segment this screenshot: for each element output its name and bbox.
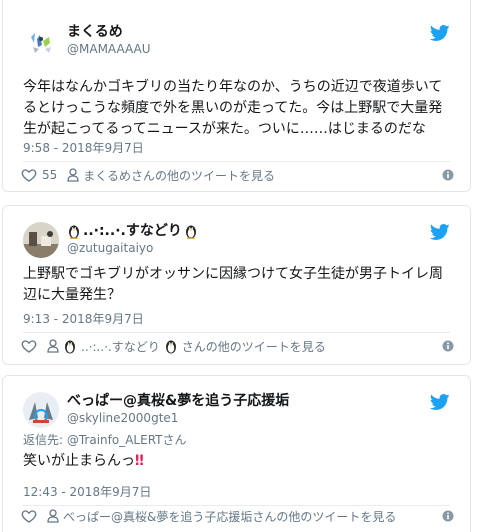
person-icon [47, 339, 59, 353]
heart-icon [21, 169, 37, 182]
display-name[interactable]: べっぱー@真桜&夢を追う子応援垢 [67, 392, 289, 410]
more-tweets-link[interactable]: べっぱー@真桜&夢を追う子応援垢さんの他のツイートを見る [47, 508, 396, 525]
double-exclamation-emoji: ‼ [135, 453, 144, 469]
tweet-card[interactable]: ..·:..·.すなどり @zutugaitaiyo 上野駅でゴキブリがオッサン… [2, 205, 471, 365]
penguin-emoji [185, 225, 196, 239]
tweet-timestamp[interactable]: 12:43 - 2018年9月7日 [23, 484, 151, 500]
tweet-timestamp[interactable]: 9:58 - 2018年9月7日 [23, 140, 144, 156]
tweet-actions: ..·:..·.すなどり さんの他のツイートを見る [21, 335, 454, 357]
divider [23, 161, 450, 162]
tweet-text: 今年はなんかゴキブリの当たり年なのか、うちの近辺で夜道歩いてるとけっこうな頻度で… [23, 79, 443, 137]
more-tweets-label-post[interactable]: さんの他のツイートを見る [182, 338, 326, 355]
more-tweets-label[interactable]: べっぱー@真桜&夢を追う子応援垢さんの他のツイートを見る [63, 508, 396, 525]
reply-suffix: さん [162, 433, 187, 447]
tweet-actions: べっぱー@真桜&夢を追う子応援垢さんの他のツイートを見る [21, 505, 454, 527]
penguin-emoji [65, 340, 75, 354]
twitter-bird-icon[interactable] [430, 392, 450, 412]
display-name-text: ..·:..·.すなどり [83, 223, 182, 239]
divider [23, 332, 450, 333]
reply-mention-link[interactable]: @Trainfo_ALERT [67, 433, 163, 447]
reply-label: 返信先: [23, 433, 67, 447]
display-name[interactable]: まくるめ [67, 23, 151, 41]
tweet-header: べっぱー@真桜&夢を追う子応援垢 @skyline2000gte1 [23, 392, 450, 432]
heart-icon [21, 510, 37, 523]
tweet-text: 笑いが止まらんっ [23, 453, 135, 469]
tweet-actions: 55 まくるめさんの他のツイートを見る [21, 164, 454, 186]
display-name[interactable]: ..·:..·.すなどり [67, 222, 198, 240]
like-button[interactable]: 55 [21, 167, 57, 183]
twitter-bird-icon[interactable] [430, 23, 450, 43]
avatar[interactable] [23, 392, 59, 428]
more-tweets-label-pre[interactable]: ..·:..·.すなどり [81, 338, 160, 355]
tweet-timestamp[interactable]: 9:13 - 2018年9月7日 [23, 311, 144, 327]
like-count: 55 [42, 168, 58, 182]
user-handle[interactable]: @zutugaitaiyo [67, 240, 198, 256]
penguin-emoji [69, 225, 79, 239]
user-handle[interactable]: @skyline2000gte1 [67, 410, 289, 426]
heart-icon [21, 340, 37, 353]
avatar[interactable] [23, 23, 59, 59]
embedded-tweet-feed: まくるめ @MAMAAAAU 今年はなんかゴキブリの当たり年なのか、うちの近辺で… [0, 0, 497, 532]
reply-context: 返信先: @Trainfo_ALERTさん [23, 432, 454, 448]
more-tweets-link[interactable]: ..·:..·.すなどり さんの他のツイートを見る [47, 338, 326, 355]
like-button[interactable] [21, 338, 37, 354]
penguin-emoji [165, 340, 176, 354]
avatar[interactable] [23, 222, 59, 258]
tweet-card[interactable]: べっぱー@真桜&夢を追う子応援垢 @skyline2000gte1 返信先: @… [2, 375, 471, 532]
more-tweets-link[interactable]: まくるめさんの他のツイートを見る [67, 167, 275, 184]
info-icon[interactable] [442, 340, 454, 352]
twitter-bird-icon[interactable] [430, 222, 450, 242]
person-icon [47, 509, 59, 523]
tweet-header: ..·:..·.すなどり @zutugaitaiyo [23, 222, 450, 262]
info-icon[interactable] [442, 510, 454, 522]
person-icon [67, 168, 79, 182]
user-handle[interactable]: @MAMAAAAU [67, 41, 151, 57]
tweet-header: まくるめ @MAMAAAAU [23, 23, 450, 63]
tweet-text: 上野駅でゴキブリがオッサンに因縁つけて女子生徒が男子トイレ周辺に大量発生？ [23, 266, 443, 303]
like-button[interactable] [21, 508, 37, 524]
tweet-card[interactable]: まくるめ @MAMAAAAU 今年はなんかゴキブリの当たり年なのか、うちの近辺で… [2, 0, 471, 192]
info-icon[interactable] [442, 169, 454, 181]
tweet-body: 返信先: @Trainfo_ALERTさん 笑いが止まらんっ‼ [23, 432, 454, 472]
more-tweets-label[interactable]: まくるめさんの他のツイートを見る [83, 167, 275, 184]
